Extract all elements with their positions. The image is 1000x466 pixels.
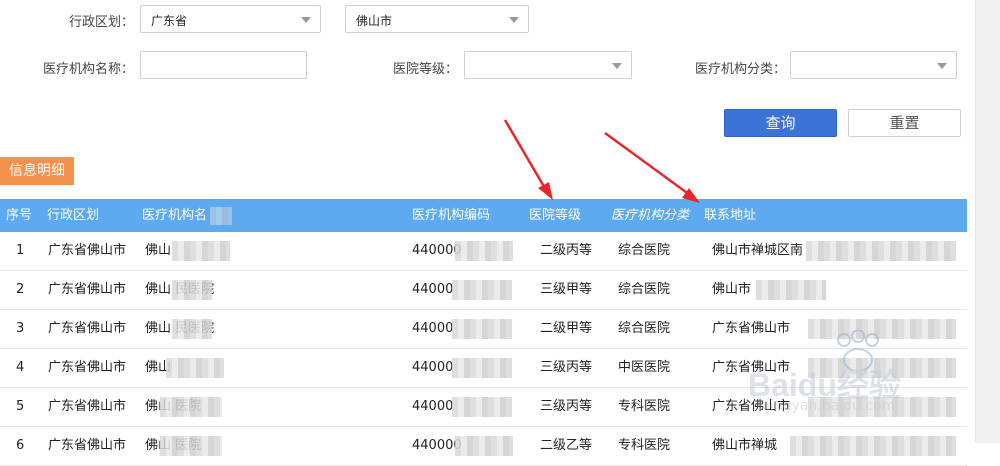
vertical-scrollbar[interactable]	[975, 0, 1000, 443]
arrow-head-icon	[538, 182, 553, 200]
watermark-url: jingyan.baidu.com	[766, 398, 896, 414]
annotation-arrow-category	[604, 131, 691, 197]
baidu-watermark: Baidu经验 jingyan.baidu.com	[748, 330, 948, 435]
annotation-arrow-level	[503, 119, 548, 191]
